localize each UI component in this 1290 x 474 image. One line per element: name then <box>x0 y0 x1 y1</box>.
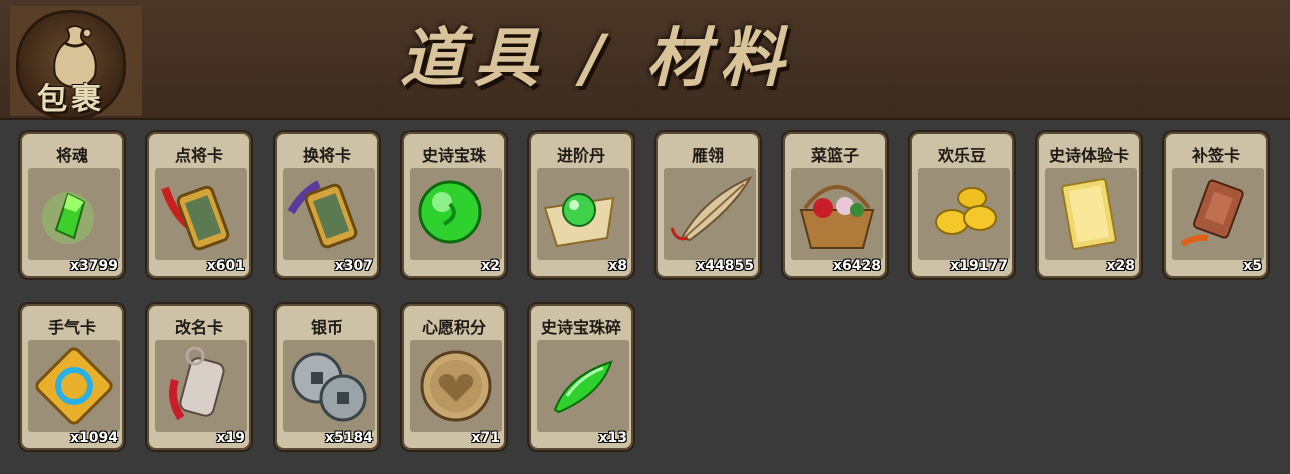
item-card-shishitiyanka[interactable]: 史诗体验卡 x28 <box>1035 130 1143 280</box>
item-count: x44855 <box>696 258 754 274</box>
advance-pill-icon <box>537 168 629 260</box>
item-name: 将魂 <box>55 146 88 165</box>
silver-coins-icon <box>283 340 375 432</box>
item-count: x5184 <box>325 430 373 446</box>
item-name: 欢乐豆 <box>937 146 986 165</box>
item-card-gaimingka[interactable]: 改名卡 x19 <box>145 302 253 452</box>
item-card-dianjiangka[interactable]: 点将卡 x601 <box>145 130 253 280</box>
item-name: 银币 <box>310 318 343 337</box>
orb-shard-icon <box>537 340 629 432</box>
item-card-buqianka[interactable]: 补签卡 x5 <box>1162 130 1270 280</box>
item-name: 史诗体验卡 <box>1048 146 1129 165</box>
rename-card-icon <box>155 340 247 432</box>
bag-label: 包裹 <box>37 82 105 117</box>
item-count: x5 <box>1243 258 1262 274</box>
item-count: x1094 <box>70 430 118 446</box>
item-card-huanjiangka[interactable]: 换将卡 x307 <box>273 130 381 280</box>
basket-icon <box>791 168 883 260</box>
item-card-xinyuanjifen[interactable]: 心愿积分 x71 <box>400 302 508 452</box>
item-card-shishibaozhu[interactable]: 史诗宝珠 x2 <box>400 130 508 280</box>
item-name: 点将卡 <box>174 146 223 165</box>
recruit-card-icon <box>155 168 247 260</box>
heart-coin-icon <box>410 340 502 432</box>
item-name: 补签卡 <box>1191 146 1240 165</box>
bag-emblem[interactable]: 包裹 <box>10 6 142 120</box>
item-card-yinbi[interactable]: 银币 x5184 <box>273 302 381 452</box>
item-card-jianghun[interactable]: 将魂 x3799 <box>18 130 126 280</box>
gold-beans-icon <box>918 168 1010 260</box>
item-name: 心愿积分 <box>421 318 486 337</box>
sign-card-icon <box>1172 168 1264 260</box>
item-card-huanledou[interactable]: 欢乐豆 x19177 <box>908 130 1016 280</box>
item-card-jinjiedan[interactable]: 进阶丹 x8 <box>527 130 635 280</box>
item-name: 菜篮子 <box>810 146 859 165</box>
item-count: x28 <box>1106 258 1135 274</box>
luck-card-icon <box>28 340 120 432</box>
item-count: x3799 <box>70 258 118 274</box>
item-card-yanling[interactable]: 雁翎 x44855 <box>654 130 762 280</box>
item-card-shishibaozhusui[interactable]: 史诗宝珠碎 x13 <box>527 302 635 452</box>
item-name: 手气卡 <box>47 318 96 337</box>
swap-card-icon <box>283 168 375 260</box>
item-count: x2 <box>481 258 500 274</box>
gold-card-icon <box>1045 168 1137 260</box>
item-count: x8 <box>608 258 627 274</box>
header-bar: 包裹 道具 / 材料 <box>0 0 1290 120</box>
item-count: x6428 <box>833 258 881 274</box>
item-name: 史诗宝珠碎 <box>540 318 621 337</box>
item-count: x19 <box>216 430 245 446</box>
item-count: x601 <box>206 258 245 274</box>
item-name: 改名卡 <box>174 318 223 337</box>
item-name: 换将卡 <box>302 146 351 165</box>
item-count: x71 <box>471 430 500 446</box>
item-name: 雁翎 <box>691 146 724 165</box>
item-card-cailanzi[interactable]: 菜篮子 x6428 <box>781 130 889 280</box>
item-count: x307 <box>334 258 373 274</box>
green-crystal-icon <box>28 168 120 260</box>
item-card-shouqika[interactable]: 手气卡 x1094 <box>18 302 126 452</box>
item-name: 史诗宝珠 <box>421 146 486 165</box>
green-orb-icon <box>410 168 502 260</box>
page-title: 道具 / 材料 <box>400 21 794 96</box>
item-name: 进阶丹 <box>556 146 605 165</box>
item-count: x13 <box>598 430 627 446</box>
item-count: x19177 <box>950 258 1008 274</box>
feather-icon <box>664 168 756 260</box>
